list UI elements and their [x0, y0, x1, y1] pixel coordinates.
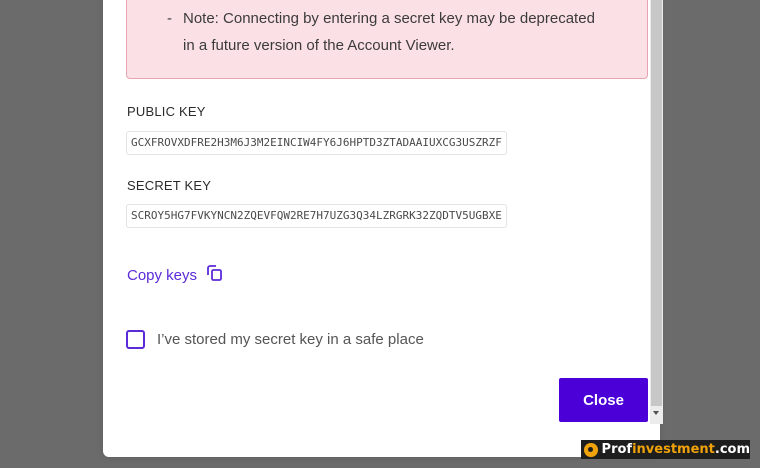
- scrollbar-thumb[interactable]: [651, 0, 662, 406]
- copy-keys-link[interactable]: Copy keys: [127, 264, 223, 286]
- secret-key-label: SECRET KEY: [127, 178, 212, 193]
- copy-icon[interactable]: [205, 264, 223, 286]
- scroll-down-arrow-icon[interactable]: [653, 411, 659, 415]
- note-dash: -: [167, 10, 172, 27]
- copy-keys-label: Copy keys: [127, 266, 198, 284]
- scrollbar[interactable]: [650, 0, 663, 424]
- note-line-1: Note: Connecting by entering a secret ke…: [183, 10, 595, 27]
- stored-key-checkbox-label[interactable]: I’ve stored my secret key in a safe plac…: [157, 331, 424, 348]
- stored-key-checkbox-row[interactable]: I’ve stored my secret key in a safe plac…: [126, 330, 424, 349]
- secret-key-value[interactable]: SCROY5HG7FVKYNCN2ZQEVFQW2RE7H7UZG3Q34LZR…: [126, 204, 507, 228]
- watermark: Prof investment .com: [581, 440, 750, 459]
- note-line-2: in a future version of the Account Viewe…: [183, 37, 455, 54]
- warning-box: - Note: Connecting by entering a secret …: [126, 0, 648, 79]
- public-key-value[interactable]: GCXFROVXDFRE2H3M6J3M2EINCIW4FY6J6HPTD3ZT…: [126, 131, 507, 155]
- watermark-suffix: .com: [714, 442, 750, 457]
- watermark-middle: investment: [632, 442, 715, 457]
- close-button[interactable]: Close: [559, 378, 648, 422]
- public-key-label: PUBLIC KEY: [127, 104, 206, 119]
- watermark-logo-icon: [584, 442, 598, 457]
- stored-key-checkbox[interactable]: [126, 330, 145, 349]
- watermark-prefix: Prof: [601, 442, 633, 457]
- modal-dialog: - Note: Connecting by entering a secret …: [103, 0, 660, 457]
